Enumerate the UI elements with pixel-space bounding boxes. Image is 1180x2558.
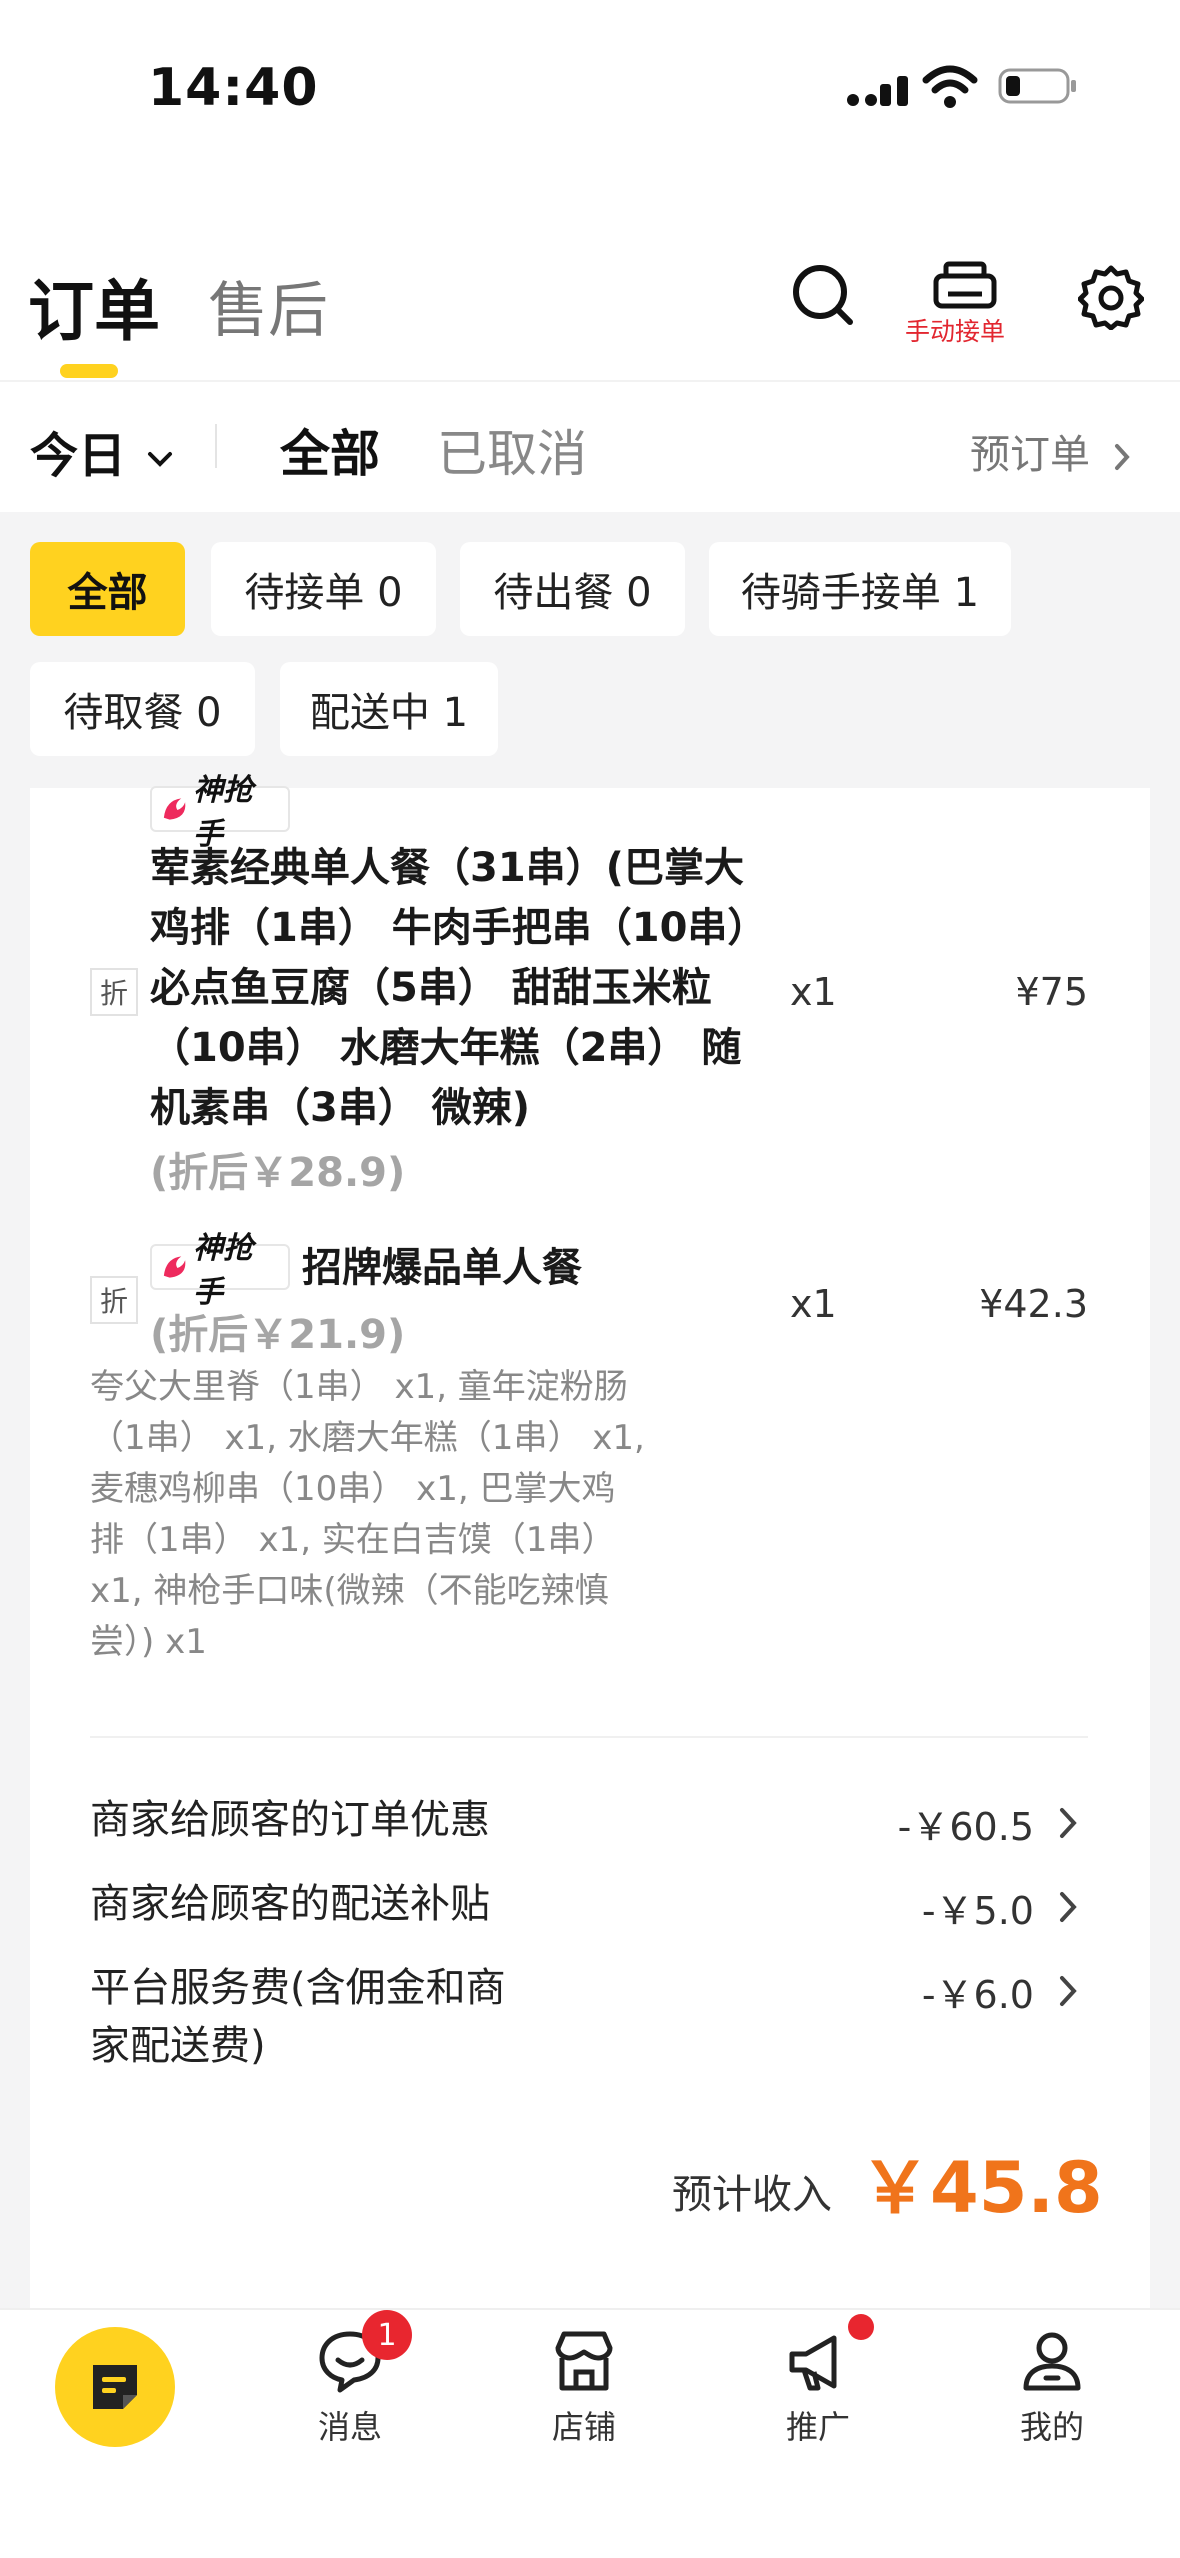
orders-fab-button[interactable] <box>55 2327 175 2447</box>
brand-badge: 神抢手 <box>150 773 290 852</box>
component-line: （1串） x1, 水磨大年糕（1串） x1, <box>90 1418 645 1458</box>
header-divider <box>0 380 1180 382</box>
component-line: 麦穗鸡柳串（10串） x1, 巴掌大鸡 <box>90 1469 616 1509</box>
store-icon[interactable] <box>550 2328 618 2396</box>
item-components: 夸父大里脊（1串） x1, 童年淀粉肠 （1串） x1, 水磨大年糕（1串） x… <box>90 1362 650 1668</box>
discount-tag: 折 <box>90 1276 138 1324</box>
item-name-line: 必点鱼豆腐（5串） 甜甜玉米粒 <box>150 965 712 1011</box>
fee-delivery-subsidy-label: 商家给顾客的配送补贴 <box>90 1881 490 1927</box>
nav-label-store[interactable]: 店铺 <box>524 2402 644 2448</box>
item-price: ¥75 <box>1015 970 1088 1014</box>
fee-delivery-subsidy-value[interactable]: -￥5.0 <box>820 1880 1034 1935</box>
printer-icon[interactable] <box>932 260 998 312</box>
tab-indicator <box>60 364 118 378</box>
chip-delivering[interactable]: 配送中 1 <box>280 662 498 756</box>
component-line: 夸父大里脊（1串） x1, 童年淀粉肠 <box>90 1367 628 1407</box>
chevron-down-icon <box>147 452 172 467</box>
brand-name: 神抢手 <box>193 1231 253 1310</box>
tab-orders[interactable]: 订单 <box>28 258 160 354</box>
fee-label-line: 家配送费) <box>90 2023 266 2069</box>
item-price: ¥42.3 <box>979 1282 1088 1326</box>
search-icon[interactable] <box>790 262 856 328</box>
fee-platform-service-value[interactable]: -￥6.0 <box>820 1964 1034 2019</box>
message-badge: 1 <box>362 2310 412 2360</box>
wifi-icon <box>922 65 978 108</box>
nav-label-promote[interactable]: 推广 <box>758 2402 878 2448</box>
chip-pending-rider[interactable]: 待骑手接单 1 <box>709 542 1011 636</box>
chip-pending-pickup[interactable]: 待取餐 0 <box>30 662 255 756</box>
date-selector[interactable]: 今日 <box>30 416 173 486</box>
discount-tag: 折 <box>90 968 138 1016</box>
preorder-label: 预订单 <box>970 432 1090 478</box>
gear-icon[interactable] <box>1078 264 1144 330</box>
brand-badge: 神抢手 <box>150 1231 290 1310</box>
nav-label-messages[interactable]: 消息 <box>290 2402 410 2448</box>
chevron-right-icon[interactable] <box>1058 1974 1080 2008</box>
card-divider <box>90 1736 1088 1738</box>
promote-badge-dot <box>848 2314 874 2340</box>
chevron-right-icon[interactable] <box>1058 1890 1080 1924</box>
brand-logo-icon <box>163 1256 186 1278</box>
battery-icon <box>998 68 1076 104</box>
chevron-right-icon <box>1114 444 1130 470</box>
discounted-price: (折后￥28.9) <box>150 1150 406 1196</box>
estimated-income-value: ￥45.8 <box>860 2147 1103 2229</box>
item-name-line: 机素串（3串） 微辣) <box>150 1085 531 1131</box>
item-name: 荤素经典单人餐（31串）(巴掌大 鸡排（1串） 牛肉手把串（10串） 必点鱼豆腐… <box>150 838 790 1138</box>
component-line: 尝）) x1 <box>90 1622 207 1662</box>
fee-platform-service-label: 平台服务费(含佣金和商 家配送费) <box>90 1959 506 2075</box>
profile-icon[interactable] <box>1018 2328 1086 2396</box>
fee-label-line: 平台服务费(含佣金和商 <box>90 1965 506 2011</box>
estimated-income-label: 预计收入 <box>672 2172 832 2218</box>
discounted-price: (折后￥21.9) <box>150 1312 406 1358</box>
status-time: 14:40 <box>148 58 319 118</box>
tab-after-sales[interactable]: 售后 <box>208 262 328 349</box>
fee-order-discount-value[interactable]: -￥60.5 <box>820 1796 1034 1851</box>
fee-order-discount-label: 商家给顾客的订单优惠 <box>90 1797 490 1843</box>
item-quantity: x1 <box>790 970 837 1014</box>
filter-cancelled[interactable]: 已取消 <box>437 414 587 486</box>
manual-accept-label[interactable]: 手动接单 <box>905 312 1005 348</box>
chevron-right-icon[interactable] <box>1058 1806 1080 1840</box>
item-name-line: 荤素经典单人餐（31串）(巴掌大 <box>150 845 744 891</box>
date-selector-label: 今日 <box>30 428 127 484</box>
chip-all[interactable]: 全部 <box>30 542 185 636</box>
filter-all[interactable]: 全部 <box>280 414 380 486</box>
megaphone-icon[interactable] <box>784 2328 852 2396</box>
item-name-line: （10串） 水磨大年糕（2串） 随 <box>150 1025 742 1071</box>
item-quantity: x1 <box>790 1282 837 1326</box>
component-line: x1, 神枪手口味(微辣（不能吃辣慎 <box>90 1571 609 1611</box>
component-line: 排（1串） x1, 实在白吉馍（1串） <box>90 1520 616 1560</box>
chip-pending-cook[interactable]: 待出餐 0 <box>460 542 685 636</box>
filter-divider <box>215 424 217 468</box>
nav-label-me[interactable]: 我的 <box>992 2402 1112 2448</box>
preorder-link[interactable]: 预订单 <box>970 422 1131 480</box>
item-name-line: 鸡排（1串） 牛肉手把串（10串） <box>150 905 768 951</box>
chip-pending-accept[interactable]: 待接单 0 <box>211 542 436 636</box>
brand-logo-icon <box>163 798 186 820</box>
item-name: 招牌爆品单人餐 <box>302 1245 582 1291</box>
order-note-icon <box>93 2365 137 2409</box>
